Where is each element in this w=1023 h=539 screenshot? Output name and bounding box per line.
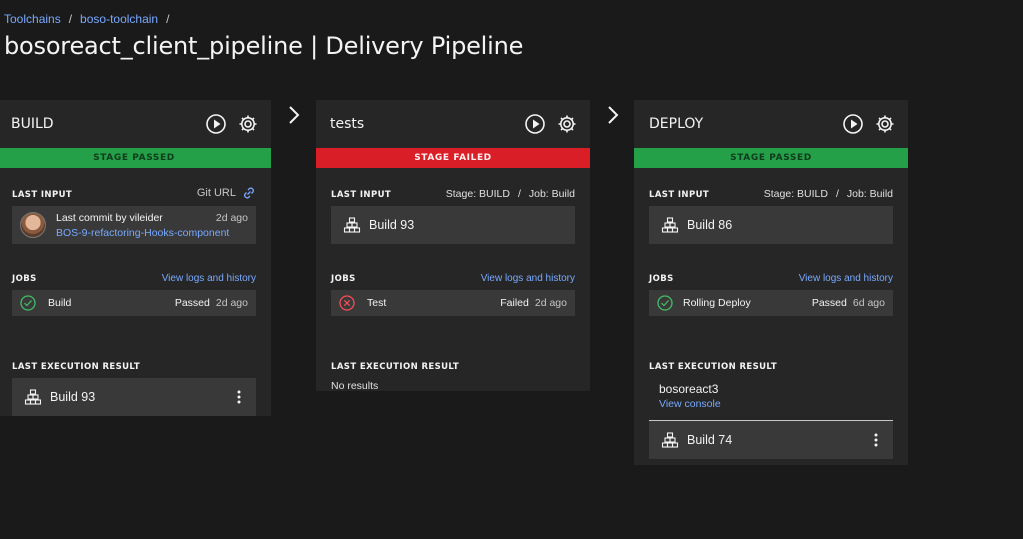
kebab-menu-icon[interactable] <box>869 432 883 448</box>
execution-result-tile[interactable]: Build 74 <box>649 421 893 459</box>
last-commit-tile[interactable]: Last commit by vileider 2d ago BOS-9-ref… <box>12 206 256 244</box>
input-build: Build 86 <box>687 218 733 232</box>
play-circle-icon[interactable] <box>842 113 864 135</box>
last-execution-result-label: LAST EXECUTION RESULT <box>12 362 141 372</box>
stage-status-banner: STAGE PASSED <box>0 148 271 168</box>
job-age: 2d ago <box>534 297 567 309</box>
chevron-right-icon <box>608 106 619 124</box>
result-build: Build 93 <box>50 390 96 404</box>
check-circle-icon <box>20 295 36 311</box>
job-status: Passed <box>174 297 210 309</box>
job-name: Build <box>48 297 72 309</box>
job-row-test[interactable]: Test Failed 2d ago <box>331 290 575 316</box>
stage-card-deploy: DEPLOY STAGE PASSED LAST INPUT Stage: BU… <box>634 100 908 465</box>
job-age: 6d ago <box>852 297 885 309</box>
input-job: Job: Build <box>846 188 893 200</box>
environment-name: bosoreact3 <box>659 382 719 396</box>
gear-icon[interactable] <box>556 113 578 135</box>
breadcrumb-separator: / <box>166 12 170 26</box>
stage-header: BUILD <box>0 100 271 148</box>
breadcrumb-toolchains[interactable]: Toolchains <box>4 12 61 26</box>
view-logs-link[interactable]: View logs and history <box>162 273 256 284</box>
last-input-label: LAST INPUT <box>12 190 73 200</box>
last-input-label: LAST INPUT <box>649 190 710 200</box>
input-job: Job: Build <box>528 188 575 200</box>
job-row-build[interactable]: Build Passed 2d ago <box>12 290 256 316</box>
gear-icon[interactable] <box>237 113 259 135</box>
result-build: Build 74 <box>687 433 733 447</box>
job-row-rolling-deploy[interactable]: Rolling Deploy Passed 6d ago <box>649 290 893 316</box>
stage-card-tests: tests STAGE FAILED LAST INPUT Stage: BUI… <box>316 100 590 392</box>
build-stack-icon <box>661 432 679 448</box>
breadcrumb-separator: / <box>68 12 73 26</box>
stage-header: DEPLOY <box>634 100 908 148</box>
kebab-menu-icon[interactable] <box>232 389 246 405</box>
last-input-label: LAST INPUT <box>331 190 392 200</box>
stage-header: tests <box>316 100 590 148</box>
last-execution-result-label: LAST EXECUTION RESULT <box>649 362 778 372</box>
last-input-tile[interactable]: Build 86 <box>649 206 893 244</box>
job-status: Failed <box>500 297 529 309</box>
git-url-link[interactable]: Git URL <box>197 186 256 200</box>
input-stage: Stage: BUILD <box>445 188 510 200</box>
no-results-text: No results <box>331 380 379 392</box>
build-stack-icon <box>24 389 42 405</box>
last-execution-result-label: LAST EXECUTION RESULT <box>331 362 460 372</box>
avatar <box>20 212 46 238</box>
input-source: Stage: BUILD / Job: Build <box>764 188 893 200</box>
input-build: Build 93 <box>369 218 415 232</box>
environment-block: bosoreact3 View console <box>649 372 893 410</box>
x-circle-icon <box>339 295 355 311</box>
stage-title: BUILD <box>11 116 54 132</box>
view-console-link[interactable]: View console <box>659 398 883 410</box>
job-status: Passed <box>811 297 847 309</box>
play-circle-icon[interactable] <box>205 113 227 135</box>
input-separator: / <box>835 188 839 200</box>
input-separator: / <box>517 188 521 200</box>
job-age: 2d ago <box>215 297 248 309</box>
stage-title: tests <box>330 116 365 132</box>
stage-title: DEPLOY <box>649 116 704 132</box>
build-stack-icon <box>661 217 679 233</box>
input-stage: Stage: BUILD <box>763 188 828 200</box>
commit-message-link[interactable]: BOS-9-refactoring-Hooks-component <box>56 227 248 239</box>
view-logs-link[interactable]: View logs and history <box>799 273 893 284</box>
commit-author: Last commit by vileider <box>56 211 163 224</box>
stage-card-build: BUILD STAGE PASSED LAST INPUT Git URL La… <box>0 100 271 416</box>
git-url-label: Git URL <box>196 187 236 199</box>
breadcrumb: Toolchains / boso-toolchain / <box>4 12 169 26</box>
link-icon <box>244 187 254 199</box>
page-title: bosoreact_client_pipeline | Delivery Pip… <box>4 32 524 60</box>
chevron-right-icon <box>289 106 300 124</box>
jobs-label: JOBS <box>649 274 674 284</box>
view-logs-link[interactable]: View logs and history <box>481 273 575 284</box>
job-name: Rolling Deploy <box>683 297 751 309</box>
stage-status-banner: STAGE FAILED <box>316 148 590 168</box>
breadcrumb-boso-toolchain[interactable]: boso-toolchain <box>80 12 158 26</box>
check-circle-icon <box>657 295 673 311</box>
build-stack-icon <box>343 217 361 233</box>
play-circle-icon[interactable] <box>524 113 546 135</box>
execution-result-tile[interactable]: Build 93 <box>12 378 256 416</box>
stage-status-banner: STAGE PASSED <box>634 148 908 168</box>
commit-age: 2d ago <box>215 211 248 224</box>
jobs-label: JOBS <box>331 274 356 284</box>
input-source: Stage: BUILD / Job: Build <box>446 188 575 200</box>
jobs-label: JOBS <box>12 274 37 284</box>
job-name: Test <box>367 297 387 309</box>
gear-icon[interactable] <box>874 113 896 135</box>
last-input-tile[interactable]: Build 93 <box>331 206 575 244</box>
